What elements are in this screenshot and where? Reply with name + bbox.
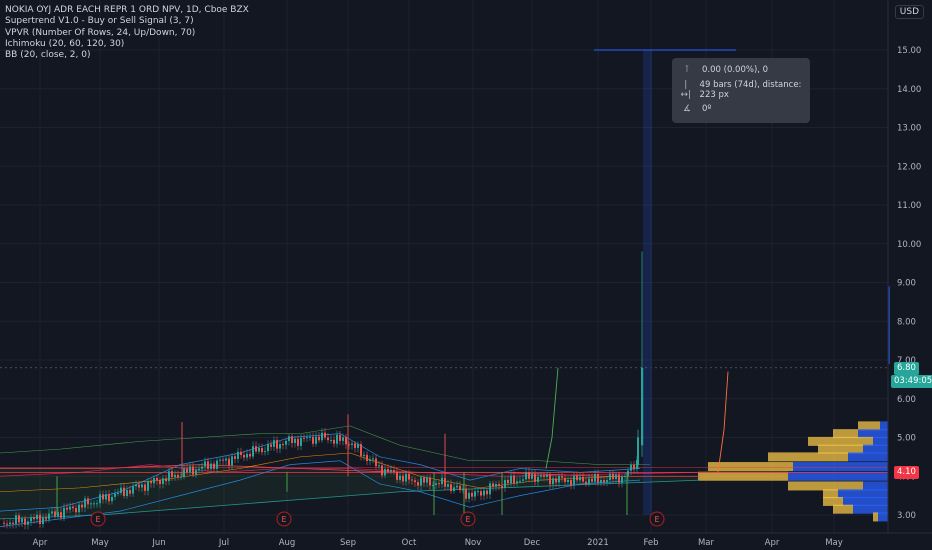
x-tick-label: Nov — [465, 538, 482, 548]
x-tick-label: May — [825, 538, 843, 548]
tooltip-angle-row: ∡ 0º — [680, 102, 711, 116]
y-tick-label: 13.00 — [897, 124, 921, 134]
price-axis[interactable]: 15.0014.0013.0012.0011.0010.009.008.007.… — [887, 0, 921, 533]
x-tick-label: Apr — [33, 538, 48, 548]
earnings-marker-label: E — [465, 515, 470, 524]
earnings-markers[interactable]: EEEE — [90, 511, 665, 527]
earnings-marker-label: E — [281, 515, 286, 524]
volume-profile — [698, 421, 888, 522]
indicator-lines — [0, 367, 888, 527]
tooltip-bars-row: |↔| 49 bars (74d), distance: 223 px — [680, 80, 810, 100]
indicator-vpvr[interactable]: VPVR (Number Of Rows, 24, Up/Down, 70) — [5, 28, 249, 39]
x-tick-label: Sep — [340, 538, 356, 548]
x-tick-label: Dec — [524, 538, 541, 548]
x-tick-label: 2021 — [587, 538, 609, 548]
y-tick-label: 9.00 — [897, 279, 916, 289]
y-tick-label: 3.00 — [897, 511, 916, 521]
price-range-icon: ⊺ — [684, 65, 690, 75]
date-range-icon: |↔| — [680, 80, 692, 100]
indicator-ichimoku[interactable]: Ichimoku (20, 60, 120, 30) — [5, 39, 249, 50]
x-tick-label: May — [91, 538, 109, 548]
hover-price-label: 6.80 — [894, 362, 919, 375]
y-tick-label: 11.00 — [897, 201, 921, 211]
indicator-supertrend[interactable]: Supertrend V1.0 - Buy or Sell Signal (3,… — [5, 16, 249, 27]
y-tick-label: 15.00 — [897, 46, 921, 56]
y-tick-label: 10.00 — [897, 240, 921, 250]
time-axis[interactable]: Apr May Jun Jul Aug Sep Oct Nov Dec 2021 Feb Mar Apr… — [0, 532, 932, 548]
angle-icon: ∡ — [682, 104, 692, 114]
x-tick-label: Oct — [402, 538, 417, 548]
measure-tooltip: ⊺ 0.00 (0.00%), 0 |↔| 49 bars (74d), dis… — [672, 58, 810, 123]
x-tick-label: Feb — [643, 538, 658, 548]
x-tick-label: Jul — [218, 538, 229, 548]
x-tick-label: Apr — [765, 538, 780, 548]
y-tick-label: 12.00 — [897, 162, 921, 172]
last-price-label: 4.10 — [894, 466, 919, 479]
y-tick-label: 6.00 — [897, 395, 916, 405]
tooltip-angle: 0º — [702, 104, 712, 114]
symbol-title[interactable]: NOKIA OYJ ADR EACH REPR 1 ORD NPV, 1D, C… — [5, 5, 249, 16]
earnings-marker-label: E — [654, 515, 659, 524]
y-tick-label: 8.00 — [897, 317, 916, 327]
indicator-bb[interactable]: BB (20, close, 2, 0) — [5, 50, 249, 61]
chart-legend: NOKIA OYJ ADR EACH REPR 1 ORD NPV, 1D, C… — [5, 5, 249, 61]
x-tick-label: Aug — [279, 538, 296, 548]
earnings-marker-label: E — [95, 515, 100, 524]
tooltip-price-row: ⊺ 0.00 (0.00%), 0 — [680, 63, 768, 77]
x-tick-label: Jun — [151, 538, 165, 548]
tooltip-bars: 49 bars (74d), distance: 223 px — [699, 80, 802, 100]
tooltip-price-change: 0.00 (0.00%), 0 — [702, 65, 769, 75]
y-tick-label: 5.00 — [897, 434, 916, 444]
y-tick-label: 14.00 — [897, 85, 921, 95]
x-tick-label: Mar — [698, 538, 715, 548]
currency-button[interactable]: USD — [894, 5, 924, 19]
countdown-label: 03:49:05 — [891, 375, 932, 388]
